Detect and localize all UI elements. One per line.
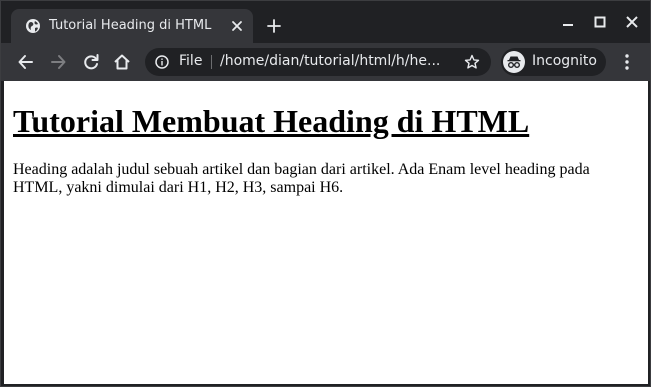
more-menu-icon[interactable] <box>619 53 635 71</box>
incognito-button[interactable]: Incognito <box>501 48 606 76</box>
bookmark-star-icon[interactable] <box>464 54 480 70</box>
info-icon[interactable] <box>155 55 169 69</box>
address-bar[interactable]: File /home/dian/tutorial/html/h/he... <box>145 48 491 76</box>
url-text[interactable]: /home/dian/tutorial/html/h/he... <box>220 53 440 69</box>
forward-arrow-icon[interactable] <box>48 52 68 72</box>
tab-strip: Tutorial Heading di HTML <box>1 1 650 43</box>
page-viewport: Tutorial Membuat Heading di HTML Heading… <box>4 81 648 384</box>
maximize-icon[interactable] <box>593 15 607 29</box>
tab-title: Tutorial Heading di HTML <box>49 18 212 33</box>
active-tab[interactable]: Tutorial Heading di HTML <box>11 9 253 43</box>
browser-toolbar: File /home/dian/tutorial/html/h/he... In… <box>1 43 650 81</box>
close-icon[interactable] <box>625 15 639 29</box>
home-icon[interactable] <box>112 52 132 72</box>
address-separator <box>211 55 212 69</box>
globe-icon <box>26 19 40 33</box>
minimize-icon[interactable] <box>561 15 575 29</box>
incognito-icon <box>503 51 525 73</box>
reload-icon[interactable] <box>81 52 101 72</box>
tab-close-icon[interactable] <box>231 20 243 32</box>
page-paragraph: Heading adalah judul sebuah artikel dan … <box>13 161 590 196</box>
page-heading: Tutorial Membuat Heading di HTML <box>13 103 530 139</box>
back-arrow-icon[interactable] <box>16 52 36 72</box>
new-tab-icon[interactable] <box>266 18 282 34</box>
browser-window: Tutorial Heading di HTML File /home/dian… <box>0 0 651 387</box>
incognito-label: Incognito <box>532 53 597 69</box>
url-scheme-label: File <box>179 53 203 69</box>
